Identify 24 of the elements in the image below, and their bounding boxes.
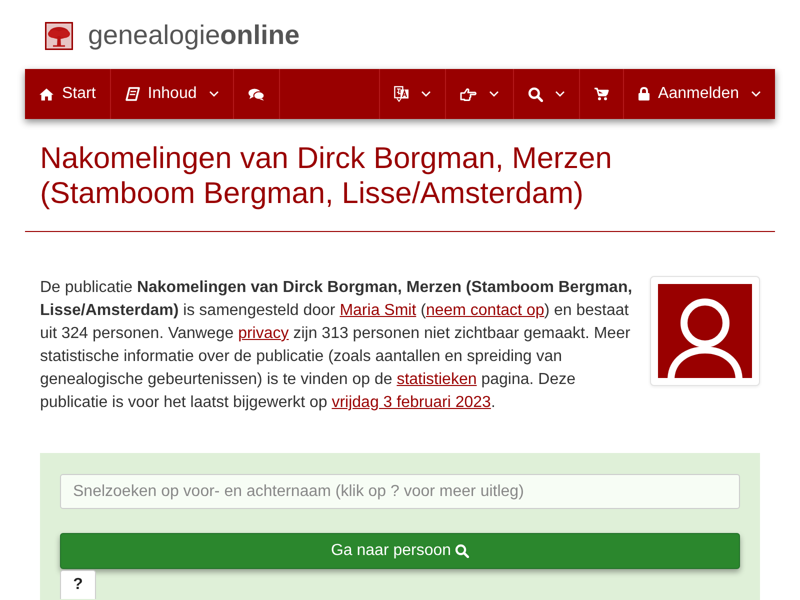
lock-icon — [638, 87, 650, 101]
search-icon — [455, 544, 470, 558]
text-link[interactable]: vrijdag 3 februari 2023 — [332, 394, 491, 411]
nav-item[interactable]: Aanmelden — [623, 69, 775, 119]
text-link[interactable]: Maria Smit — [340, 302, 416, 319]
text-link[interactable]: statistieken — [396, 371, 477, 388]
nav-item[interactable]: Start — [25, 69, 111, 119]
text-link[interactable]: neem contact op — [426, 302, 544, 319]
search-icon — [528, 86, 544, 102]
page-title: Nakomelingen van Dirck Borgman, Merzen (Stamboom Bergman, Lisse/Amsterdam) — [40, 141, 613, 211]
search-field[interactable]: Snelzoeken op voor- en achternaam (klik op ? voor meer uitleg) — [60, 474, 740, 509]
site-logo-text: genealogieonline — [88, 22, 300, 49]
book-icon — [124, 87, 140, 101]
home-icon — [39, 88, 54, 100]
help-button[interactable]: ? — [60, 570, 96, 599]
nav-item[interactable]: Inhoud — [110, 69, 234, 119]
translate-icon — [394, 86, 410, 102]
publication-description: De publicatie Nakomelingen van Dirck Borgman, Merzen (Stamboom Bergman, Lisse/Amsterdam) is samengesteld door Maria Smit (neem contact op) en bestaat uit 324 personen. Vanwege privacy zijn 313 personen niet zichtbaar gemaakt. Meer statistische informatie over de publicatie (zoals aantallen en spreiding van genealogische gebeurtenissen) is te vinden op de statistieken pagina. Deze publicatie is voor het laatst bijgewerkt op vrijdag 3 februari 2023. — [40, 278, 634, 413]
go-to-person-button[interactable]: Ga naar persoon — [60, 533, 740, 569]
cart-icon — [594, 87, 610, 101]
text-link[interactable]: privacy — [238, 325, 289, 342]
tree-logo-icon — [45, 22, 73, 50]
chat-bubbles-icon — [248, 88, 265, 100]
pointing-hand-icon — [460, 88, 478, 100]
